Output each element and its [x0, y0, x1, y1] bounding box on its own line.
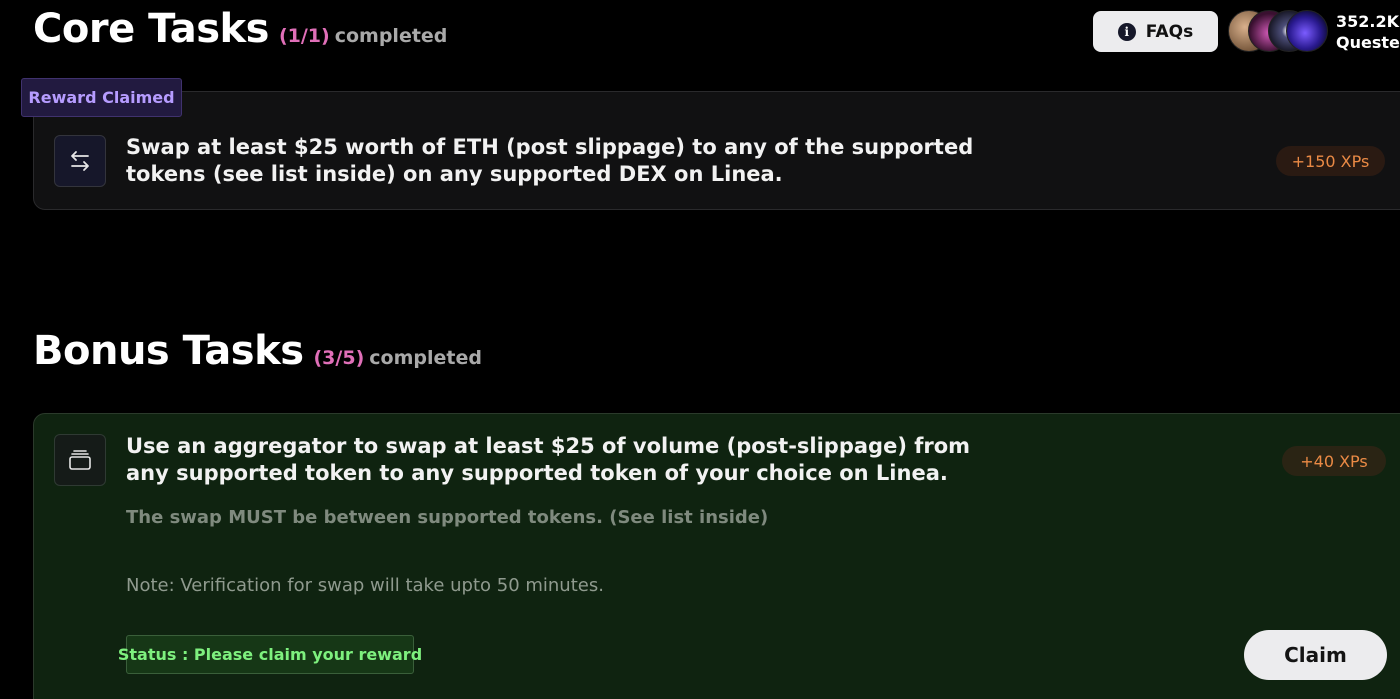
bonus-tasks-completed-label: completed	[369, 347, 482, 369]
core-tasks-count: (1/1)	[278, 25, 330, 47]
wallet-icon	[54, 434, 106, 486]
bonus-tasks-title: Bonus Tasks	[33, 328, 304, 374]
status-badge: Status : Please claim your reward	[118, 635, 422, 674]
bonus-tasks-heading: Bonus Tasks (3/5) completed	[33, 328, 482, 374]
questers-count: 352.2K	[1336, 12, 1400, 31]
questers-label: Questers	[1336, 33, 1400, 52]
swap-arrows-icon	[54, 135, 106, 187]
core-task-xp-badge: +150 XPs	[1276, 146, 1385, 176]
bonus-task-note: Note: Verification for swap will take up…	[126, 575, 604, 596]
bonus-task-requirement: The swap MUST be between supported token…	[126, 507, 769, 528]
avatar	[1286, 10, 1328, 52]
bonus-task-description: Use an aggregator to swap at least $25 o…	[126, 434, 971, 485]
quest-page: Core Tasks (1/1) completed i FAQs 352.2K…	[0, 0, 1400, 699]
core-tasks-completed-label: completed	[334, 25, 448, 47]
info-icon: i	[1117, 22, 1136, 41]
bonus-tasks-count: (3/5)	[313, 347, 365, 369]
questers-stat: 352.2K Questers	[1336, 11, 1400, 53]
faqs-button[interactable]: i FAQs	[1093, 11, 1218, 52]
core-task-description: Swap at least $25 worth of ETH (post sli…	[126, 135, 974, 186]
claim-button[interactable]: Claim	[1244, 630, 1387, 680]
bonus-task-xp-badge: +40 XPs	[1282, 446, 1386, 476]
questers-avatars	[1228, 10, 1330, 54]
core-tasks-title: Core Tasks	[33, 6, 269, 52]
core-tasks-heading: Core Tasks (1/1) completed	[33, 6, 447, 52]
faqs-label: FAQs	[1145, 21, 1194, 42]
reward-claimed-badge: Reward Claimed	[21, 78, 182, 117]
